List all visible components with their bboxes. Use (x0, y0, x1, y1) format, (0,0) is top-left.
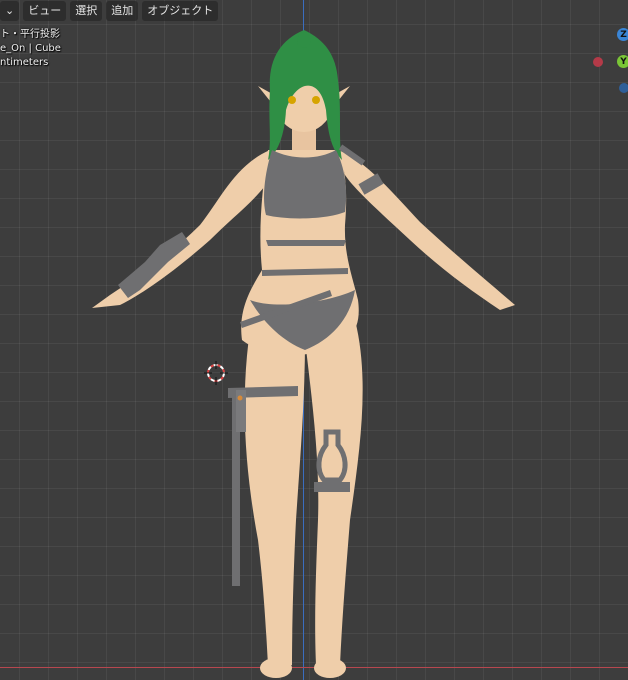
view-projection-label: ト・平行投影 (0, 29, 60, 40)
menu-view[interactable]: ビュー (23, 1, 67, 21)
character-model[interactable] (0, 0, 628, 680)
3d-cursor (204, 361, 228, 385)
viewport-info-overlay: ト・平行投影 e_On | Cube ntimeters (0, 28, 61, 70)
gizmo-z-axis[interactable]: Z (617, 28, 628, 41)
left-eye (288, 96, 296, 104)
menu-object[interactable]: オブジェクト (142, 1, 219, 21)
navigation-gizmo[interactable]: Z Y (585, 28, 628, 98)
mode-dropdown[interactable]: ⌄ (0, 1, 20, 21)
right-arm (338, 150, 515, 310)
left-leg (244, 330, 305, 665)
gizmo-negative-z-axis[interactable] (619, 83, 628, 93)
viewport-header: ⌄ ビュー 選択 追加 オブジェクト (0, 0, 628, 22)
right-eye (312, 96, 320, 104)
gizmo-y-axis[interactable]: Y (617, 55, 628, 68)
menu-add[interactable]: 追加 (106, 1, 139, 21)
holster-buckle (237, 395, 243, 401)
left-foot (260, 658, 292, 678)
units-label: ntimeters (0, 57, 49, 68)
right-leg (305, 320, 363, 665)
collection-object-label: e_On | Cube (0, 43, 61, 54)
gizmo-negative-x-axis[interactable] (593, 57, 603, 67)
chevron-down-icon: ⌄ (5, 4, 15, 17)
chest-straps (266, 240, 346, 246)
3d-viewport[interactable]: ⌄ ビュー 選択 追加 オブジェクト ト・平行投影 e_On | Cube nt… (0, 0, 628, 680)
menu-select[interactable]: 選択 (70, 1, 103, 21)
top-garment (264, 150, 347, 219)
right-foot (314, 658, 346, 678)
knee-strap (314, 482, 350, 492)
